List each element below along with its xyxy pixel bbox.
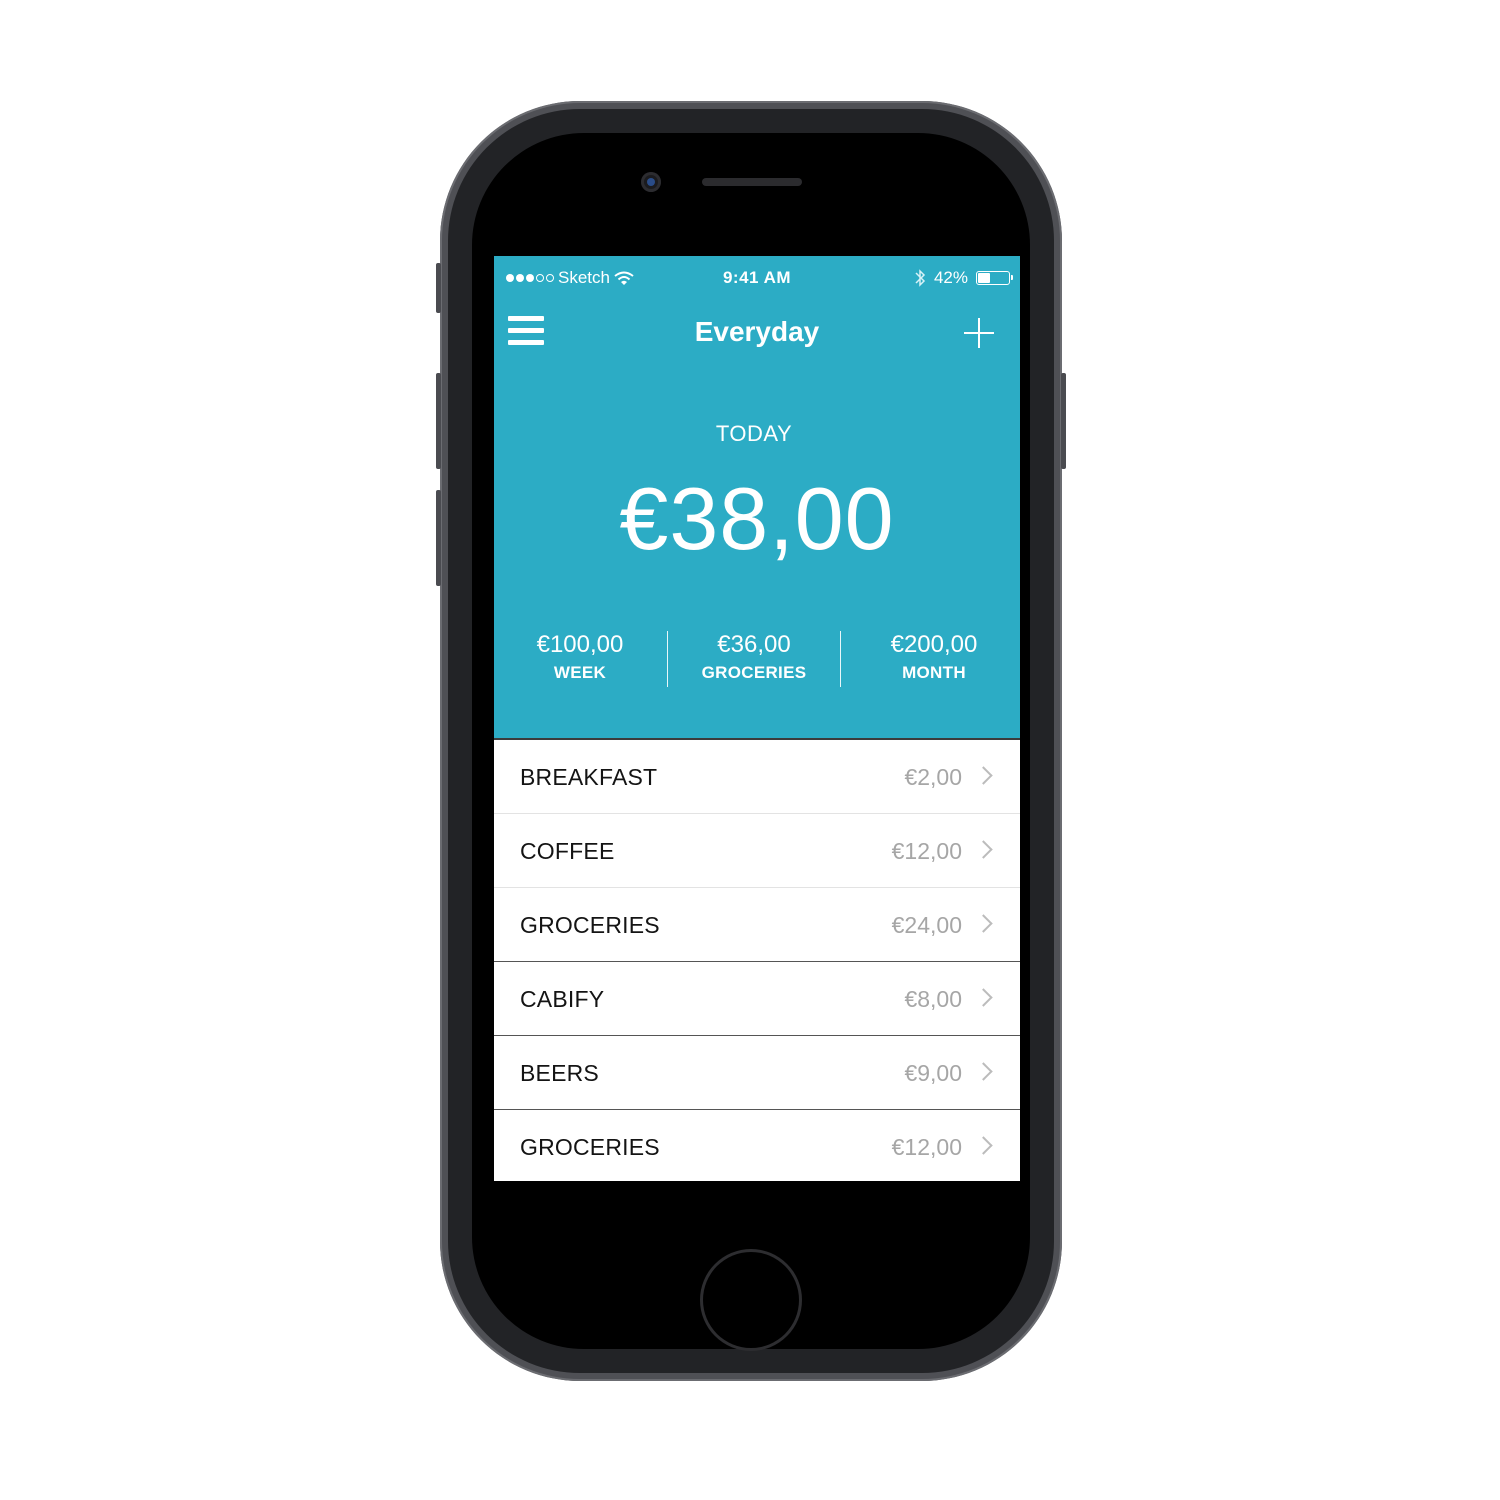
power-button bbox=[1061, 373, 1066, 469]
chevron-right-icon bbox=[974, 766, 993, 785]
stat-label: GROCERIES bbox=[701, 663, 807, 682]
expense-list: BREAKFAST €2,00 COFFEE €12,00 GROCERIES … bbox=[494, 738, 1020, 1181]
expense-name: BEERS bbox=[520, 1060, 599, 1086]
expense-amount: €24,00 bbox=[891, 912, 962, 938]
stat-label: MONTH bbox=[902, 663, 966, 682]
expense-name: BREAKFAST bbox=[520, 764, 658, 790]
stat-value: €200,00 bbox=[890, 631, 978, 658]
expense-row-cabify[interactable]: CABIFY €8,00 bbox=[494, 962, 1020, 1036]
page-title: Everyday bbox=[694, 316, 820, 347]
expense-amount: €8,00 bbox=[904, 986, 962, 1012]
home-button[interactable] bbox=[703, 1252, 799, 1348]
expense-amount: €12,00 bbox=[891, 1134, 962, 1160]
plus-icon[interactable] bbox=[964, 318, 994, 348]
stat-label: WEEK bbox=[553, 663, 607, 682]
mute-switch bbox=[436, 263, 441, 313]
chevron-right-icon bbox=[974, 914, 993, 933]
today-label: TODAY bbox=[715, 421, 793, 446]
expense-name: GROCERIES bbox=[520, 912, 660, 938]
summary-header: Sketch 9:41 AM 42% Everyday TODAY €38,00… bbox=[494, 256, 1020, 738]
app-screen: Sketch 9:41 AM 42% Everyday TODAY €38,00… bbox=[494, 256, 1020, 1181]
expense-row-beers[interactable]: BEERS €9,00 bbox=[494, 1036, 1020, 1110]
today-amount: €38,00 bbox=[619, 469, 895, 568]
stat-month: €200,00 MONTH bbox=[848, 631, 1020, 683]
expense-name: COFFEE bbox=[520, 838, 615, 864]
battery-percentage: 42% bbox=[933, 268, 968, 287]
expense-amount: €9,00 bbox=[904, 1060, 962, 1086]
camera-icon bbox=[641, 172, 661, 192]
stat-groceries: €36,00 GROCERIES bbox=[668, 631, 840, 683]
stat-week: €100,00 WEEK bbox=[494, 631, 666, 683]
chevron-right-icon bbox=[974, 988, 993, 1007]
speaker-grille bbox=[702, 178, 802, 186]
expense-row-breakfast[interactable]: BREAKFAST €2,00 bbox=[494, 740, 1020, 814]
volume-up-button bbox=[436, 373, 441, 469]
stat-value: €36,00 bbox=[717, 631, 791, 658]
expense-row-groceries-2[interactable]: GROCERIES €12,00 bbox=[494, 1110, 1020, 1181]
chevron-right-icon bbox=[974, 1062, 993, 1081]
chevron-right-icon bbox=[974, 840, 993, 859]
summary-stats: €100,00 WEEK €36,00 GROCERIES €200,00 MO… bbox=[494, 631, 1020, 701]
chevron-right-icon bbox=[974, 1136, 993, 1155]
expense-row-coffee[interactable]: COFFEE €12,00 bbox=[494, 814, 1020, 888]
status-right: 42% bbox=[914, 268, 1013, 288]
expense-row-groceries[interactable]: GROCERIES €24,00 bbox=[494, 888, 1020, 962]
stat-value: €100,00 bbox=[536, 631, 624, 658]
expense-amount: €12,00 bbox=[891, 838, 962, 864]
volume-down-button bbox=[436, 490, 441, 586]
bluetooth-icon bbox=[915, 269, 926, 287]
battery-level-fill bbox=[978, 273, 990, 283]
expense-amount: €2,00 bbox=[904, 764, 962, 790]
expense-name: CABIFY bbox=[520, 986, 605, 1012]
status-bar: Sketch 9:41 AM 42% bbox=[494, 268, 1020, 292]
battery-icon bbox=[976, 271, 1013, 285]
stat-divider bbox=[840, 631, 841, 687]
expense-name: GROCERIES bbox=[520, 1134, 660, 1160]
